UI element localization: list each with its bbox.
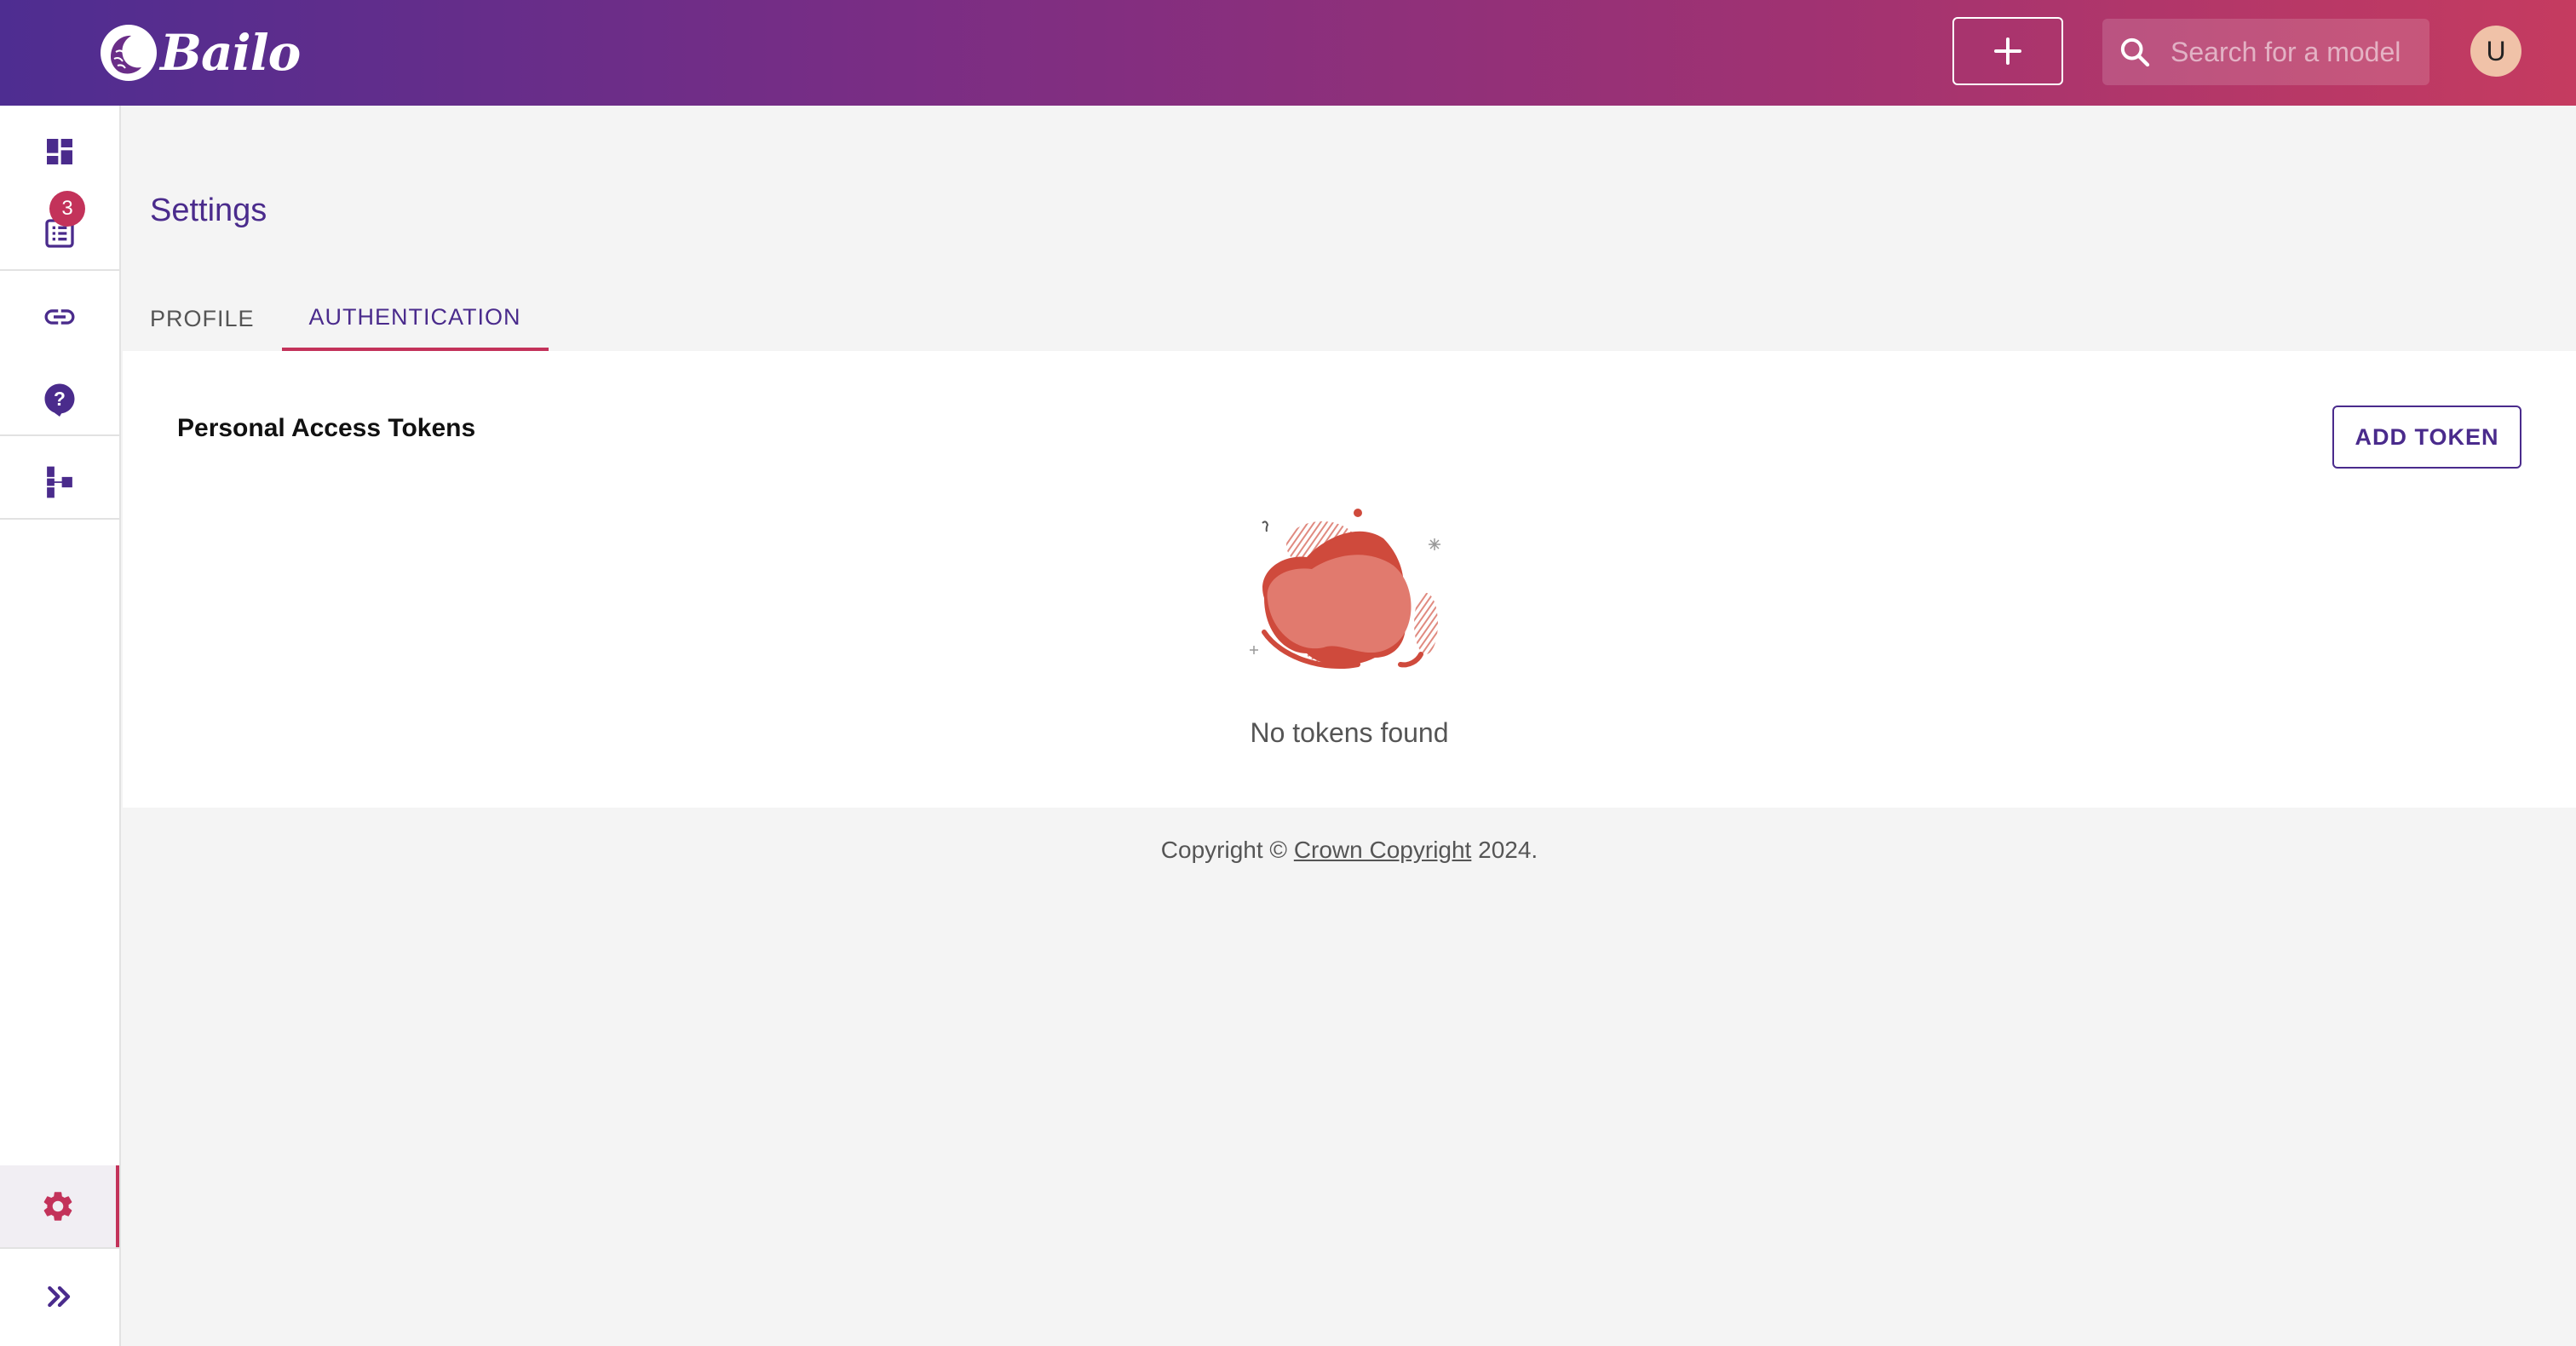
sidebar-expand-button[interactable] bbox=[0, 1256, 119, 1337]
brand-name: Bailo bbox=[160, 24, 301, 82]
user-avatar[interactable]: U bbox=[2470, 26, 2521, 77]
tokens-section-title: Personal Access Tokens bbox=[177, 414, 476, 442]
sidebar-divider bbox=[0, 518, 119, 520]
create-button[interactable] bbox=[1952, 17, 2063, 85]
sidebar-item-dashboard[interactable] bbox=[0, 111, 119, 193]
sidebar-item-schemas[interactable] bbox=[0, 441, 119, 523]
copyright-prefix: Copyright © bbox=[1160, 837, 1288, 863]
settings-tabs: PROFILE AUTHENTICATION bbox=[123, 286, 549, 351]
bailo-logo[interactable]: Bailo bbox=[99, 20, 301, 85]
crown-copyright-link[interactable]: Crown Copyright bbox=[1294, 837, 1472, 863]
link-icon bbox=[44, 309, 75, 325]
sidebar-item-help[interactable]: ? bbox=[0, 358, 119, 440]
sidebar: 3 ? bbox=[0, 106, 121, 1346]
top-app-bar: Bailo U bbox=[0, 0, 2576, 106]
sidebar-divider bbox=[0, 1247, 119, 1249]
page-title: Settings bbox=[150, 193, 267, 228]
help-icon: ? bbox=[44, 383, 75, 417]
tab-authentication[interactable]: AUTHENTICATION bbox=[281, 286, 549, 351]
search-input[interactable] bbox=[2171, 36, 2418, 68]
tokens-panel: Personal Access Tokens ADD TOKEN No toke… bbox=[123, 351, 2576, 808]
add-token-button[interactable]: ADD TOKEN bbox=[2332, 406, 2521, 469]
gear-icon bbox=[43, 1192, 72, 1221]
schema-icon bbox=[47, 466, 72, 498]
reviews-count-badge: 3 bbox=[49, 191, 85, 227]
svg-text:?: ? bbox=[54, 388, 66, 410]
sidebar-divider bbox=[0, 434, 119, 436]
copyright-year: 2024. bbox=[1478, 837, 1538, 863]
sidebar-item-settings[interactable] bbox=[0, 1165, 119, 1247]
dashboard-icon bbox=[47, 139, 72, 164]
sidebar-divider bbox=[0, 269, 119, 271]
lion-logo-icon bbox=[101, 25, 157, 81]
footer: Copyright © Crown Copyright 2024. bbox=[123, 837, 2576, 864]
sidebar-item-links[interactable] bbox=[0, 276, 119, 358]
empty-state-message: No tokens found bbox=[1250, 717, 1449, 748]
empty-state-illustration bbox=[1250, 509, 1440, 670]
plus-icon bbox=[1994, 37, 2021, 65]
tab-profile[interactable]: PROFILE bbox=[123, 286, 282, 351]
double-chevron-right-icon bbox=[48, 1286, 71, 1308]
search-bar[interactable] bbox=[2102, 19, 2429, 85]
search-icon bbox=[2120, 37, 2150, 67]
